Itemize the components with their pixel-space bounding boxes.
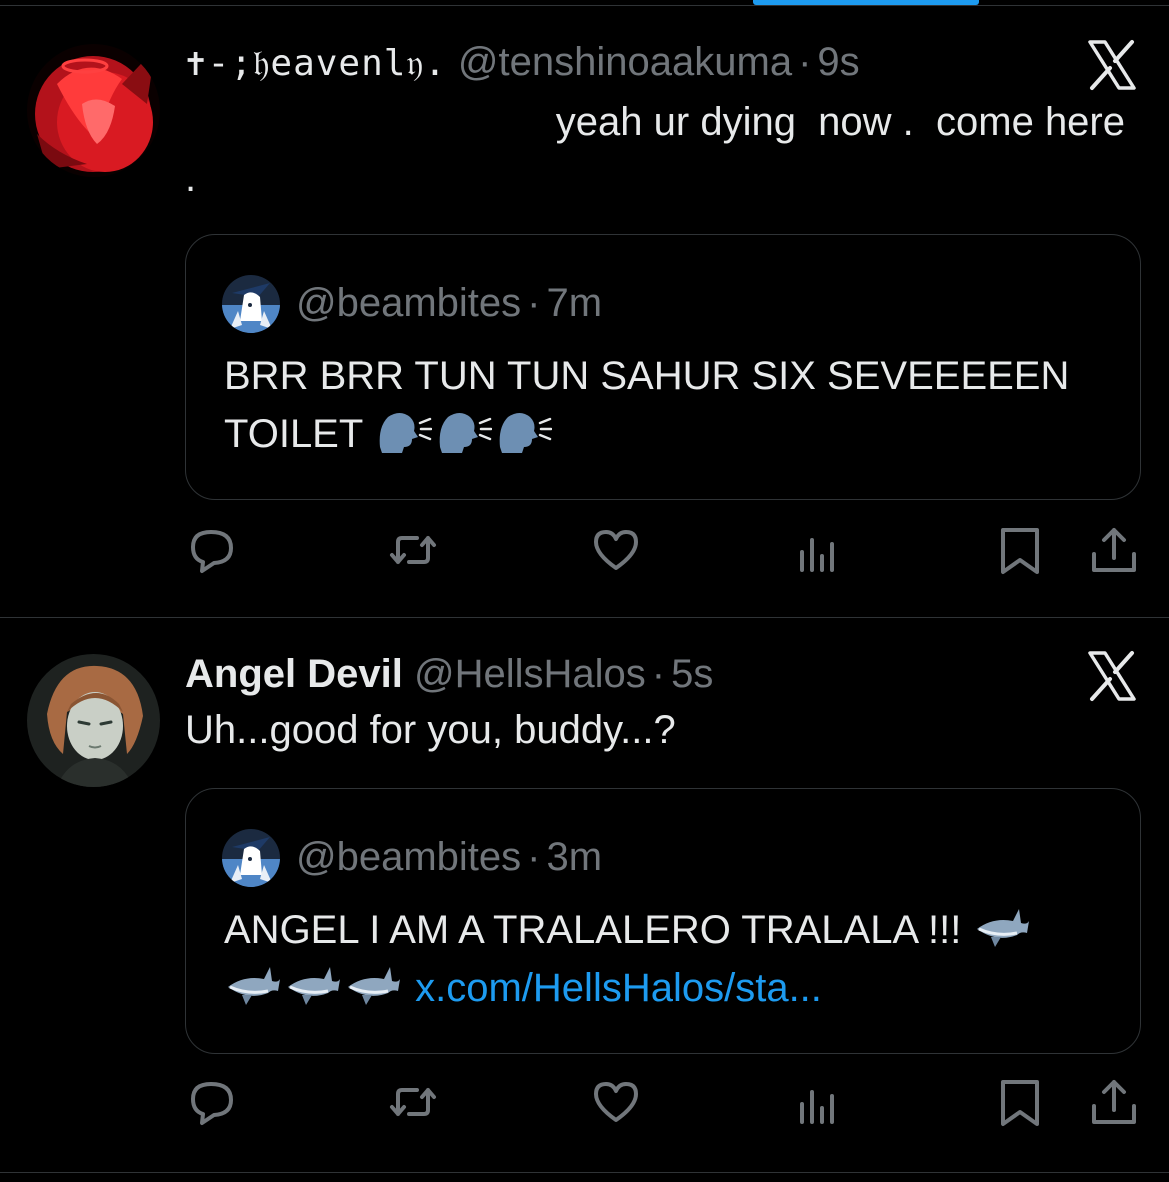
share-icon[interactable] [1086, 522, 1142, 578]
tweet[interactable]: Angel Devil @HellsHalos · 5s Uh...good for… [0, 618, 1169, 1173]
quoted-tweet[interactable]: @beambites · 7m BRR BRR TUN TUN SAHUR SIX … [185, 234, 1141, 500]
avatar[interactable] [27, 654, 160, 787]
shark-emoji [288, 967, 340, 1005]
tweet[interactable]: ✝︎-;𝔥eavenl𝔶. @tenshinoaakuma · 9s yeah ur… [0, 6, 1169, 618]
separator-dot: · [527, 281, 541, 325]
quoted-header: @beambites · 7m [296, 279, 602, 327]
retweet-icon[interactable] [385, 522, 441, 578]
tweet-actions [0, 1074, 1169, 1134]
timestamp[interactable]: 5s [671, 652, 713, 696]
angel-devil-avatar [27, 654, 160, 787]
tweet-text: yeah ur dying now . come here [555, 100, 1125, 144]
quoted-timestamp[interactable]: 7m [546, 281, 602, 325]
user-handle[interactable]: @tenshinoaakuma [458, 40, 792, 84]
separator-dot: · [651, 652, 666, 696]
share-icon[interactable] [1086, 1074, 1142, 1130]
user-handle[interactable]: @HellsHalos [414, 652, 646, 696]
quoted-header: @beambites · 3m [296, 833, 602, 881]
shark-emoji [976, 909, 1029, 947]
x-logo-icon [1088, 651, 1136, 701]
separator-dot: · [527, 835, 541, 879]
views-icon[interactable] [792, 1074, 848, 1130]
tweet-text: Uh...good for you, buddy...? [185, 708, 676, 752]
x-logo-icon [1088, 40, 1136, 90]
reply-icon[interactable] [184, 522, 240, 578]
bookmark-icon[interactable] [992, 1074, 1048, 1130]
red-angel-avatar [27, 44, 160, 177]
reply-icon[interactable] [184, 1074, 240, 1130]
quoted-tweet[interactable]: @beambites · 3m ANGEL I AM A TRALALERO TRA… [185, 788, 1141, 1054]
display-name[interactable]: Angel Devil [185, 652, 403, 696]
tweet-header: ✝︎-;𝔥eavenl𝔶. @tenshinoaakuma · 9s [185, 38, 860, 88]
quoted-timestamp[interactable]: 3m [546, 835, 602, 879]
quoted-text: ANGEL I AM A TRALALERO TRALALA !!! [224, 908, 962, 952]
separator-dot: · [798, 40, 812, 84]
tweet-header: Angel Devil @HellsHalos · 5s [185, 650, 713, 698]
quoted-link[interactable]: x.com/HellsHalos/sta... [415, 966, 822, 1010]
quoted-text-block: ANGEL I AM A TRALALERO TRALALA !!! x.com… [224, 901, 1114, 1017]
like-icon[interactable] [588, 1074, 644, 1130]
display-name[interactable]: ✝︎-;𝔥eavenl𝔶. [185, 43, 447, 84]
quoted-handle[interactable]: @beambites [296, 835, 521, 879]
tweet-actions [0, 522, 1169, 582]
tweet-text-line: . [185, 156, 197, 200]
speaking-head-emoji [439, 413, 492, 453]
quoted-text: BRR BRR TUN TUN SAHUR SIX SEVEEEEEN TOIL… [224, 354, 1070, 456]
quoted-text-block: BRR BRR TUN TUN SAHUR SIX SEVEEEEEN TOIL… [224, 347, 1114, 463]
speaking-head-emoji [379, 413, 432, 453]
shark-emoji [228, 967, 280, 1005]
views-icon[interactable] [792, 522, 848, 578]
avatar[interactable] [27, 44, 160, 177]
beambites-avatar [222, 275, 280, 333]
retweet-icon[interactable] [385, 1074, 441, 1130]
quoted-handle[interactable]: @beambites [296, 281, 521, 325]
beambites-avatar [222, 829, 280, 887]
quoted-avatar [222, 275, 280, 333]
like-icon[interactable] [588, 522, 644, 578]
bookmark-icon[interactable] [992, 522, 1048, 578]
shark-emoji [348, 967, 400, 1005]
quoted-avatar [222, 829, 280, 887]
timestamp[interactable]: 9s [817, 40, 859, 84]
speaking-head-emoji [499, 413, 552, 453]
